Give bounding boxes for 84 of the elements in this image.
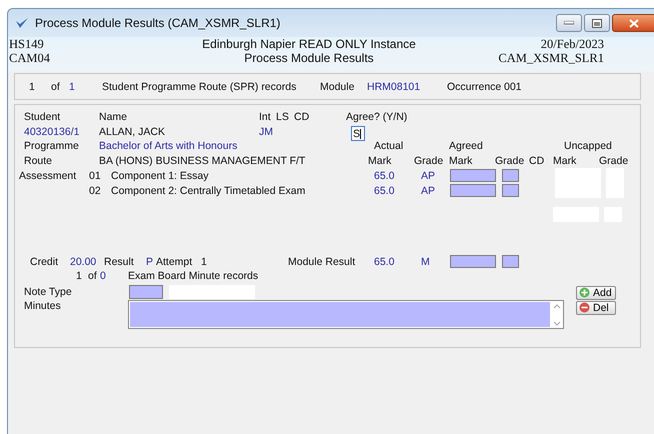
field-label: Attempt [156, 256, 194, 268]
minimize-icon [564, 21, 574, 25]
route-value: BA (HONS) BUSINESS MANAGEMENT F/T [99, 154, 306, 167]
close-icon [629, 18, 639, 28]
column-heading: Grade [414, 154, 444, 167]
check-icon [15, 17, 29, 29]
occurrence-value: 001 [504, 80, 522, 92]
credit-value: 20.00 [70, 256, 98, 268]
field-label: CD [294, 111, 310, 124]
field-label: Int [259, 111, 272, 124]
column-heading: Mark [368, 154, 392, 167]
window-title: Process Module Results (CAM_XSMR_SLR1) [35, 16, 280, 30]
note-type-field[interactable] [129, 285, 163, 299]
date-text: 20/Feb/2023 [540, 37, 604, 51]
instance-name: Edinburgh Napier READ ONLY Instance [202, 37, 416, 51]
column-heading: Mark [553, 154, 578, 167]
module-grade: M [421, 256, 431, 268]
maximize-icon [592, 18, 602, 28]
scrollbar-icon[interactable] [552, 302, 562, 328]
record-total: 0 [100, 270, 107, 282]
assessment-name: Component 2: Centrally Timetabled Exam [111, 184, 306, 196]
assessment-code: 01 [89, 170, 102, 182]
form-code: HS149 [9, 37, 45, 51]
grade-value: AP [421, 170, 436, 182]
agree-field[interactable]: S [351, 126, 365, 142]
record-total: 1 [69, 80, 76, 92]
field-label: LS [276, 111, 290, 124]
student-id: 40320136/1 [24, 126, 80, 138]
group-heading: Actual [374, 140, 404, 152]
records-label: Exam Board Minute records [128, 270, 258, 282]
of-label: of [88, 270, 98, 282]
field-label: Module Result [288, 256, 356, 268]
field-label: Route [24, 154, 54, 167]
field-label: Assessment [19, 170, 78, 182]
field-label: Note Type [24, 286, 73, 298]
screen-title: Process Module Results [244, 51, 374, 65]
module-code: HRM08101 [367, 80, 422, 92]
record-number: 1 [76, 270, 83, 282]
field-label: Student [24, 111, 62, 124]
field-label: Credit [30, 256, 60, 268]
group-heading: Uncapped [564, 140, 612, 152]
column-heading: Grade [495, 154, 526, 167]
agreed-mark-field[interactable] [450, 169, 496, 182]
result-value: P [146, 256, 154, 268]
screen-id: CAM_XSMR_SLR1 [498, 51, 604, 65]
mark-value: 65.0 [374, 184, 396, 196]
column-heading: Mark [449, 154, 474, 167]
screen-code: CAM04 [9, 51, 51, 65]
student-name: ALLAN, JACK [99, 126, 166, 138]
agreed-grade-field[interactable] [502, 255, 519, 268]
column-heading: Grade [599, 154, 628, 167]
field-label: Minutes [24, 300, 62, 314]
mark-value: 65.0 [374, 170, 396, 182]
agreed-mark-field[interactable] [450, 184, 496, 197]
note-description-field[interactable] [169, 285, 255, 299]
records-label: Student Programme Route (SPR) records [102, 80, 298, 92]
int-value: JM [259, 126, 274, 138]
field-label: Name [99, 111, 128, 124]
group-heading: Agreed [449, 140, 484, 152]
module-mark: 65.0 [374, 256, 396, 268]
of-label: of [51, 80, 61, 92]
field-label: Agree? (Y/N) [346, 111, 408, 124]
agreed-grade-field[interactable] [502, 184, 519, 197]
field-label: Programme [24, 140, 80, 152]
add-button[interactable]: Add [576, 286, 616, 300]
field-label: Occurrence [447, 80, 502, 92]
minus-icon [579, 302, 590, 313]
field-label: Result [104, 256, 135, 268]
programme-value: Bachelor of Arts with Honours [99, 140, 238, 152]
attempt-value: 1 [201, 256, 208, 268]
minimize-button[interactable] [556, 14, 582, 32]
grade-value: AP [421, 184, 436, 196]
record-number: 1 [29, 80, 36, 92]
plus-icon [579, 287, 590, 298]
agreed-grade-field[interactable] [502, 169, 519, 182]
column-heading: CD [529, 154, 546, 167]
minutes-field[interactable] [128, 300, 564, 328]
delete-button[interactable]: Del [576, 300, 616, 314]
maximize-button[interactable] [584, 14, 610, 32]
assessment-name: Component 1: Essay [111, 170, 210, 182]
close-button[interactable] [612, 14, 654, 32]
field-label: Module [320, 80, 356, 92]
assessment-code: 02 [89, 184, 102, 196]
agreed-mark-field[interactable] [450, 255, 496, 268]
